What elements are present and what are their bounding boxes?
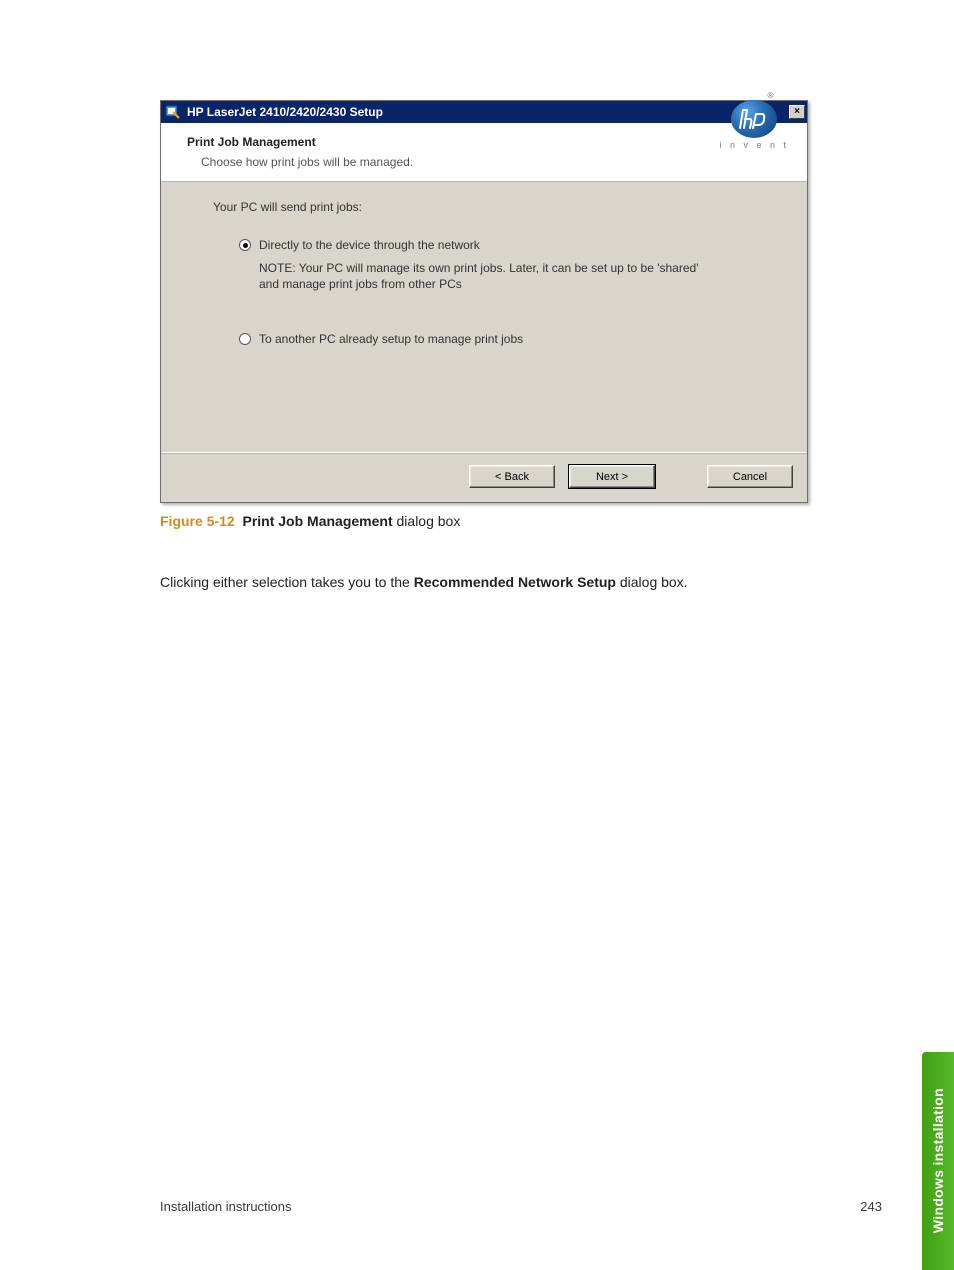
page-footer: Installation instructions 243 [160, 1199, 882, 1214]
titlebar: HP LaserJet 2410/2420/2430 Setup × [161, 101, 807, 123]
figure-suffix: dialog box [393, 513, 461, 529]
dialog-header: Print Job Management Choose how print jo… [161, 123, 807, 182]
para-bold: Recommended Network Setup [414, 574, 616, 590]
radio-direct-label: Directly to the device through the netwo… [259, 238, 480, 252]
para-pre: Clicking either selection takes you to t… [160, 574, 414, 590]
page: HP LaserJet 2410/2420/2430 Setup × Print… [0, 0, 954, 1270]
section-tab: Windows installation [922, 1052, 954, 1270]
option1-note: NOTE: Your PC will manage its own print … [259, 260, 717, 292]
titlebar-left: HP LaserJet 2410/2420/2430 Setup [165, 104, 383, 120]
close-button[interactable]: × [789, 105, 805, 119]
setup-dialog: HP LaserJet 2410/2420/2430 Setup × Print… [160, 100, 808, 503]
back-button[interactable]: < Back [469, 465, 555, 488]
app-icon [165, 104, 181, 120]
dialog-body: Your PC will send print jobs: Directly t… [161, 182, 807, 452]
footer-page-number: 243 [860, 1199, 882, 1214]
cancel-button[interactable]: Cancel [707, 465, 793, 488]
dialog-footer: < Back Next > Cancel [161, 452, 807, 502]
figure-number: Figure 5-12 [160, 513, 235, 529]
hp-logo-circle [731, 100, 777, 138]
footer-left: Installation instructions [160, 1199, 292, 1214]
body-intro-text: Your PC will send print jobs: [213, 200, 777, 214]
close-icon: × [794, 107, 800, 117]
figure-title: Print Job Management [242, 513, 392, 529]
radio-option-direct[interactable]: Directly to the device through the netwo… [239, 238, 777, 252]
radio-other-pc-input[interactable] [239, 333, 251, 345]
radio-other-pc-label: To another PC already setup to manage pr… [259, 332, 523, 346]
spacer [669, 465, 693, 488]
header-title: Print Job Management [187, 135, 413, 149]
header-subtitle: Choose how print jobs will be managed. [187, 155, 413, 169]
window-title: HP LaserJet 2410/2420/2430 Setup [187, 105, 383, 119]
registered-mark: ® [767, 91, 773, 100]
next-button[interactable]: Next > [569, 465, 655, 488]
body-paragraph: Clicking either selection takes you to t… [160, 573, 854, 593]
radio-option-other-pc[interactable]: To another PC already setup to manage pr… [239, 332, 777, 346]
para-post: dialog box. [616, 574, 688, 590]
header-text: Print Job Management Choose how print jo… [187, 133, 413, 169]
figure-caption: Figure 5-12 Print Job Management dialog … [160, 513, 854, 529]
section-tab-label: Windows installation [930, 1088, 946, 1233]
hp-invent-text: i n v e n t [719, 140, 789, 150]
radio-direct-input[interactable] [239, 239, 251, 251]
hp-logo: ® i n v e n t [719, 133, 795, 150]
